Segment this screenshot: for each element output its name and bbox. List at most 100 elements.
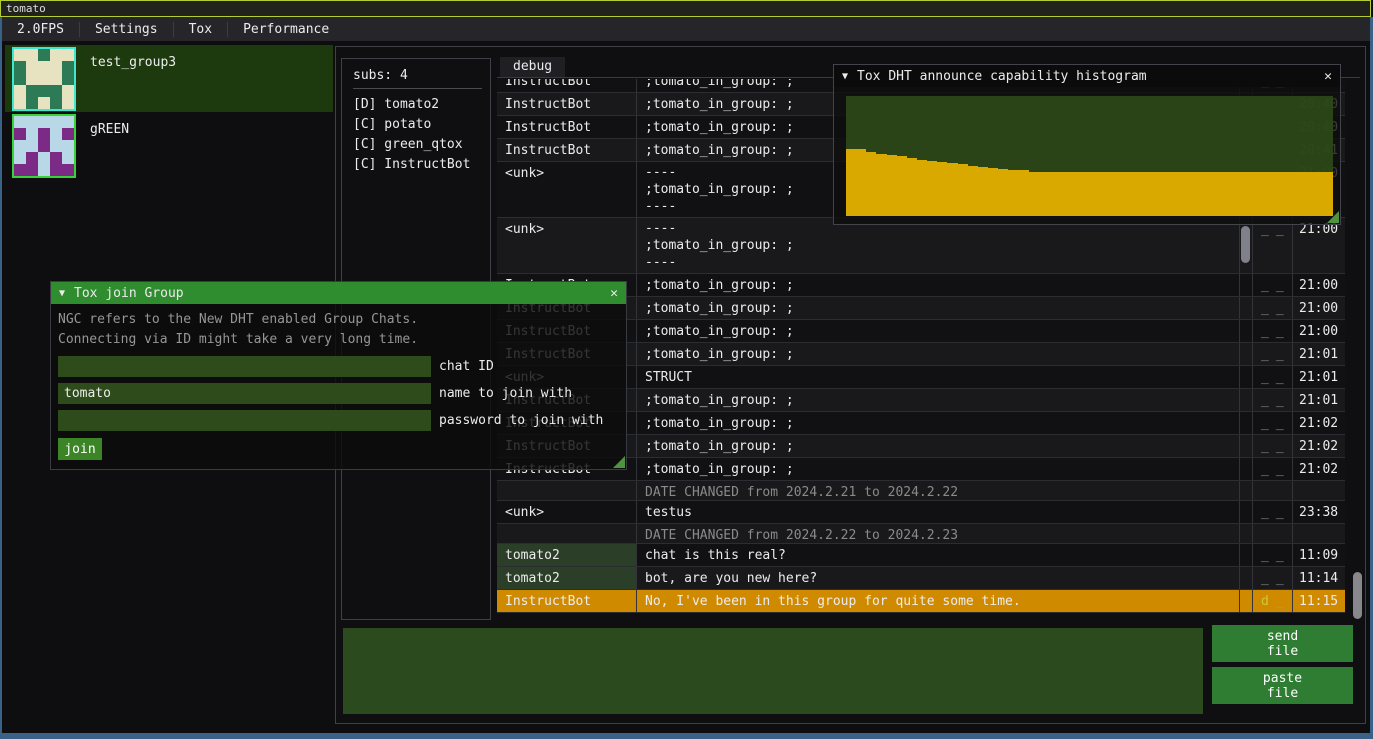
resize-grip-icon[interactable] xyxy=(613,456,625,468)
histogram-bar xyxy=(856,149,866,216)
message-time xyxy=(1293,524,1345,543)
message-text: ----;tomato_in_group: ;---- xyxy=(637,218,1240,273)
message-time: 21:01 xyxy=(1293,343,1345,365)
scrollbar-track-gap xyxy=(1240,524,1253,543)
histogram-bar xyxy=(1018,170,1028,216)
chat-inner-scrollbar-handle[interactable] xyxy=(1241,226,1250,263)
menu-item-settings[interactable]: Settings xyxy=(80,18,173,41)
scrollbar-track-gap xyxy=(1240,297,1253,319)
send-file-button[interactable]: send file xyxy=(1212,625,1353,662)
group-name: test_group3 xyxy=(90,54,176,111)
join-window-title: Tox join Group xyxy=(74,285,184,302)
collapse-arrow-icon[interactable]: ▼ xyxy=(59,285,65,302)
os-titlebar[interactable]: tomato xyxy=(0,0,1371,17)
tab-debug[interactable]: debug xyxy=(500,57,565,77)
sender-name: InstructBot xyxy=(497,590,637,612)
message-row: <unk>----;tomato_in_group: ;----__21:00 xyxy=(497,218,1345,274)
histogram-bar xyxy=(1110,172,1120,216)
histogram-bar xyxy=(846,149,856,216)
scrollbar-track-gap xyxy=(1240,544,1253,566)
message-flags: d_ xyxy=(1253,590,1293,612)
histogram-bar xyxy=(887,155,897,216)
collapse-arrow-icon[interactable]: ▼ xyxy=(842,68,848,85)
histogram-bar xyxy=(1252,172,1262,216)
paste-file-button[interactable]: paste file xyxy=(1212,667,1353,704)
histogram-bar xyxy=(1140,172,1150,216)
chat-id-input[interactable] xyxy=(58,356,431,377)
menu-item-2-0fps[interactable]: 2.0FPS xyxy=(2,18,79,41)
message-text: ;tomato_in_group: ; xyxy=(637,274,1240,296)
join-button[interactable]: join xyxy=(58,438,102,460)
subs-member-list: [D] tomato2[C] potato[C] green_qtox[C] I… xyxy=(353,95,490,175)
message-flags: __ xyxy=(1253,458,1293,480)
message-flags: __ xyxy=(1253,218,1293,273)
sender-name: InstructBot xyxy=(497,116,637,138)
message-flags xyxy=(1253,481,1293,500)
message-time: 21:00 xyxy=(1293,297,1345,319)
message-time: 21:02 xyxy=(1293,458,1345,480)
group-avatar xyxy=(12,114,76,178)
message-flags: __ xyxy=(1253,435,1293,457)
message-flags: __ xyxy=(1253,297,1293,319)
scrollbar-track-gap xyxy=(1240,412,1253,434)
message-time: 21:02 xyxy=(1293,412,1345,434)
scrollbar-track-gap xyxy=(1240,590,1253,612)
histogram-bar xyxy=(876,154,886,216)
chat-scrollbar-handle[interactable] xyxy=(1353,572,1362,619)
scrollbar-track-gap xyxy=(1240,274,1253,296)
message-time: 21:02 xyxy=(1293,435,1345,457)
message-time: 11:14 xyxy=(1293,567,1345,589)
message-text: bot, are you new here? xyxy=(637,567,1240,589)
histogram-bar xyxy=(866,152,876,216)
histogram-bar xyxy=(988,168,998,216)
message-flags: __ xyxy=(1253,501,1293,523)
message-time xyxy=(1293,481,1345,500)
join-password-input[interactable] xyxy=(58,410,431,431)
message-flags: __ xyxy=(1253,389,1293,411)
message-row: tomato2chat is this real?__11:09 xyxy=(497,544,1345,567)
histogram-bar xyxy=(1171,172,1181,216)
group-item[interactable]: test_group3 xyxy=(5,45,333,112)
message-time: 11:15 xyxy=(1293,590,1345,612)
histogram-bar xyxy=(958,164,968,216)
message-text: ;tomato_in_group: ; xyxy=(637,343,1240,365)
message-input[interactable] xyxy=(343,628,1203,714)
message-text: ;tomato_in_group: ; xyxy=(637,435,1240,457)
subs-member: [C] green_qtox xyxy=(353,135,490,155)
scrollbar-track-gap xyxy=(1240,320,1253,342)
resize-grip-icon[interactable] xyxy=(1327,211,1339,223)
histogram-bar xyxy=(897,156,907,216)
histogram-bar xyxy=(1262,172,1272,216)
sender-name: InstructBot xyxy=(497,79,637,92)
histogram-plot xyxy=(846,96,1333,216)
subs-header[interactable]: subs: 4 xyxy=(353,67,490,84)
group-avatar xyxy=(12,47,76,111)
histogram-bar xyxy=(1312,172,1322,216)
histogram-bar xyxy=(1221,172,1231,216)
histogram-bar xyxy=(1049,172,1059,216)
menu-item-performance[interactable]: Performance xyxy=(228,18,344,41)
sender-name: tomato2 xyxy=(497,567,637,589)
join-window-titlebar[interactable]: ▼ Tox join Group ✕ xyxy=(51,282,626,304)
histogram-bar xyxy=(1272,172,1282,216)
group-item[interactable]: gREEN xyxy=(5,112,333,179)
message-row: tomato2bot, are you new here?__11:14 xyxy=(497,567,1345,590)
histogram-bar xyxy=(1201,172,1211,216)
histogram-bar xyxy=(1100,172,1110,216)
close-icon[interactable]: ✕ xyxy=(1324,68,1332,85)
join-hint-text: NGC refers to the New DHT enabled Group … xyxy=(51,304,626,350)
histogram-bar xyxy=(1120,172,1130,216)
menu-item-tox[interactable]: Tox xyxy=(174,18,227,41)
histogram-bar xyxy=(1130,172,1140,216)
message-text: ;tomato_in_group: ; xyxy=(637,458,1240,480)
histogram-window-title: Tox DHT announce capability histogram xyxy=(857,68,1147,85)
scrollbar-track-gap xyxy=(1240,366,1253,388)
histogram-bar xyxy=(1302,172,1312,216)
sender-name: InstructBot xyxy=(497,93,637,115)
sender-name xyxy=(497,524,637,543)
histogram-window-titlebar[interactable]: ▼ Tox DHT announce capability histogram … xyxy=(834,65,1340,87)
histogram-bar xyxy=(1292,172,1302,216)
join-name-input[interactable]: tomato xyxy=(58,383,431,404)
message-text: testus xyxy=(637,501,1240,523)
close-icon[interactable]: ✕ xyxy=(610,285,618,302)
